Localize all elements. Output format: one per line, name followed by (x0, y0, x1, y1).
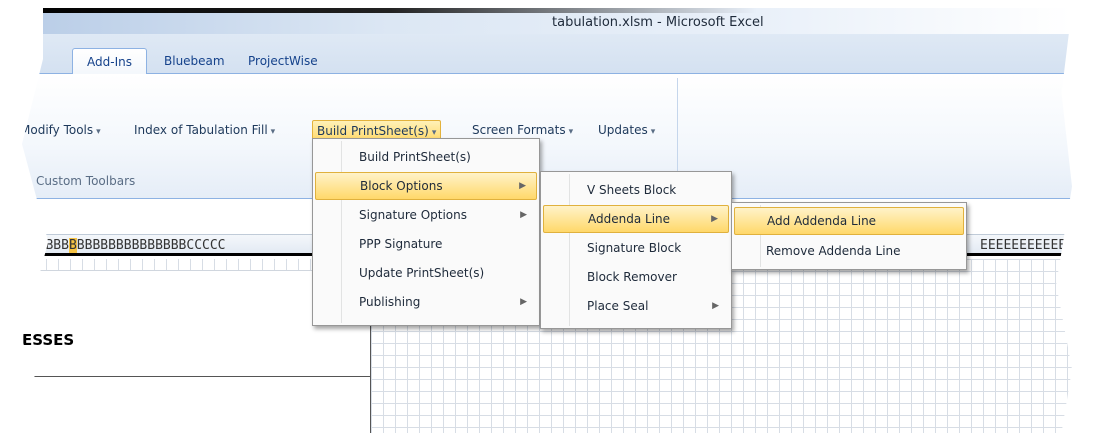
chevron-down-icon: ▾ (431, 128, 437, 138)
index-of-tabulation-fill-label: Index of Tabulation Fill (134, 123, 268, 137)
column-letters-rest: BBBBBBBBBBBBBBCCCCC (76, 238, 226, 253)
build-printsheets-menu: Build PrintSheet(s) Block Options ▶ Signa… (312, 138, 540, 326)
menu-item-label: Publishing (359, 295, 421, 309)
tab-add-ins[interactable]: Add-Ins (72, 48, 147, 75)
menu-item-block-options[interactable]: Block Options ▶ (315, 172, 537, 200)
submenu-arrow-icon: ▶ (519, 181, 526, 191)
menu-item-v-sheets-block[interactable]: V Sheets Block (543, 176, 729, 204)
submenu-arrow-icon: ▶ (712, 301, 719, 311)
ribbon-tab-row: Add-Ins Bluebeam ProjectWise (22, 34, 1072, 75)
menu-item-label: Block Options (360, 179, 443, 193)
chevron-down-icon: ▾ (96, 127, 101, 137)
menu-item-build-printsheets[interactable]: Build PrintSheet(s) (315, 143, 537, 171)
menu-item-label: Place Seal (587, 299, 649, 313)
menu-item-label: V Sheets Block (587, 183, 677, 197)
modify-tools-button[interactable]: Modify Tools ▾ (22, 120, 105, 142)
menu-item-label: Signature Options (359, 208, 468, 222)
menu-item-label: Remove Addenda Line (766, 244, 901, 258)
menu-item-signature-block[interactable]: Signature Block (543, 234, 729, 262)
addresses-heading: ESSES (22, 331, 75, 349)
menu-item-place-seal[interactable]: Place Seal ▶ (543, 292, 729, 320)
menu-item-addenda-line[interactable]: Addenda Line ▶ (543, 205, 729, 233)
submenu-arrow-icon: ▶ (520, 297, 527, 307)
menu-item-block-remover[interactable]: Block Remover (543, 263, 729, 291)
chevron-down-icon: ▾ (270, 127, 276, 137)
chevron-down-icon: ▾ (568, 127, 574, 137)
updates-label: Updates (598, 123, 648, 137)
excel-window: tabulation.xlsm - Microsoft Excel Add-In… (22, 8, 1072, 433)
submenu-arrow-icon: ▶ (520, 210, 527, 220)
column-letters-left: BBBBBBBBBBBBBBBBBBBBBCCCCC (22, 238, 226, 253)
screen-formats-label: Screen Formats (472, 123, 566, 137)
window-title: tabulation.xlsm - Microsoft Excel (552, 15, 764, 30)
menu-item-add-addenda-line[interactable]: Add Addenda Line (734, 207, 964, 235)
menu-item-remove-addenda-line[interactable]: Remove Addenda Line (734, 237, 964, 265)
selected-column-letter[interactable]: B (68, 238, 77, 253)
index-of-tabulation-fill-button[interactable]: Index of Tabulation Fill ▾ (130, 120, 279, 142)
addenda-line-submenu: Add Addenda Line Remove Addenda Line (731, 202, 967, 270)
cell-border-line (22, 376, 370, 377)
submenu-arrow-icon: ▶ (711, 214, 718, 224)
modify-tools-label: Modify Tools (22, 123, 94, 137)
menu-item-label: Build PrintSheet(s) (359, 150, 471, 164)
block-options-submenu: V Sheets Block Addenda Line ▶ Signature B… (540, 171, 732, 329)
menu-item-update-printsheets[interactable]: Update PrintSheet(s) (315, 259, 537, 287)
build-printsheets-label: Build PrintSheet(s) (317, 124, 429, 138)
menu-item-label: PPP Signature (359, 237, 443, 251)
ribbon-group-label: Custom Toolbars (36, 174, 136, 188)
title-bar: tabulation.xlsm - Microsoft Excel (22, 8, 1072, 34)
menu-item-label: Addenda Line (588, 212, 671, 226)
menu-item-signature-options[interactable]: Signature Options ▶ (315, 201, 537, 229)
menu-item-label: Update PrintSheet(s) (359, 266, 485, 280)
chevron-down-icon: ▾ (650, 127, 656, 137)
title-bar-shadow (22, 8, 757, 13)
tab-bluebeam[interactable]: Bluebeam (150, 48, 239, 74)
tab-projectwise[interactable]: ProjectWise (234, 48, 332, 74)
menu-item-label: Add Addenda Line (767, 214, 877, 228)
menu-item-label: Signature Block (587, 241, 682, 255)
menu-item-publishing[interactable]: Publishing ▶ (315, 288, 537, 316)
column-letters-right: EEEEEEEEEEEE (980, 238, 1072, 253)
menu-item-ppp-signature[interactable]: PPP Signature (315, 230, 537, 258)
menu-item-label: Block Remover (587, 270, 677, 284)
column-letters-start: BBBBBB (22, 238, 69, 253)
updates-button[interactable]: Updates ▾ (594, 120, 659, 142)
